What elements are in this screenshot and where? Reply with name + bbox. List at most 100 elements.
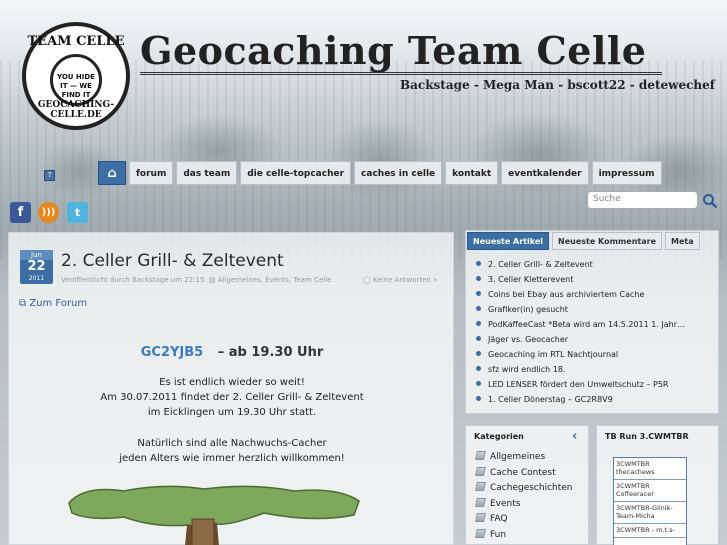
help-icon[interactable]: ? xyxy=(44,170,55,181)
list-item[interactable]: Grafiker(in) gesucht xyxy=(476,302,716,317)
post-line: Am 30.07.2011 findet der 2. Celler Grill… xyxy=(100,392,364,403)
external-link-icon: ⧉ xyxy=(19,298,30,309)
category-link[interactable]: Cachegeschichten xyxy=(490,483,573,493)
tb-list[interactable]: 3CWMTBR thecachews 3CWMTBR Coffeeracer 3… xyxy=(613,457,687,545)
tb-item[interactable]: 3CWMTBR Coffeeracer xyxy=(614,480,686,502)
post-title[interactable]: 2. Celler Grill- & Zeltevent xyxy=(61,251,284,271)
nav-das-team[interactable]: das team xyxy=(176,161,238,185)
list-item[interactable]: Allgemeines xyxy=(475,450,573,466)
article-panel: Jun 22 2011 2. Celler Grill- & Zeltevent… xyxy=(8,232,454,545)
post-line: im Eicklingen um 19.30 Uhr statt. xyxy=(147,407,317,418)
logo-emblem: YOU HIDE IT — WE FIND IT xyxy=(50,54,102,106)
list-item[interactable]: Coins bei Ebay aus archiviertem Cache xyxy=(476,287,716,302)
list-item[interactable]: PodKaffeeCast *Beta wird am 14.5.2011 1.… xyxy=(476,317,716,332)
nav-forum[interactable]: forum xyxy=(129,161,174,185)
article-link[interactable]: 2. Celler Grill- & Zeltevent xyxy=(488,260,593,269)
logo-bottom-text: GEOCACHING-CELLE.DE xyxy=(37,100,115,120)
list-item[interactable]: Cachegeschichten xyxy=(475,481,573,497)
gc-time: – ab 19.30 Uhr xyxy=(217,345,324,360)
date-year: 2011 xyxy=(28,275,45,282)
category-link[interactable]: FAQ xyxy=(490,514,507,524)
widget-tabs: Neueste Artikel Neueste Kommentare Meta xyxy=(467,232,700,250)
tab-meta[interactable]: Meta xyxy=(665,232,700,250)
bullet-icon xyxy=(476,336,481,341)
home-icon[interactable]: ⌂ xyxy=(98,161,126,185)
category-link[interactable]: Allgemeines xyxy=(490,452,545,462)
article-link[interactable]: PodKaffeeCast *Beta wird am 14.5.2011 1.… xyxy=(488,320,685,329)
nav-impressum[interactable]: impressum xyxy=(591,161,662,185)
post-comments-text[interactable]: Keine Antworten » xyxy=(373,276,437,284)
site-logo[interactable]: TEAM CELLE YOU HIDE IT — WE FIND IT GEOC… xyxy=(22,22,130,130)
article-link[interactable]: Geocaching im RTL Nachtjournal xyxy=(488,350,618,359)
article-link[interactable]: sfz wird endlich 18. xyxy=(488,365,566,374)
rss-icon[interactable]: ))) xyxy=(38,202,59,223)
list-item[interactable]: 2. Celler Grill- & Zeltevent xyxy=(476,257,716,272)
list-item[interactable]: Jäger vs. Geocacher xyxy=(476,332,716,347)
twitter-icon[interactable]: t xyxy=(67,202,88,223)
category-link[interactable]: Events xyxy=(490,499,520,509)
categories-list: Allgemeines Cache Contest Cachegeschicht… xyxy=(475,450,573,544)
title-divider xyxy=(140,72,662,75)
list-item[interactable]: 1. Celler Dönerstag – GC2R8V9 xyxy=(476,392,716,407)
article-link[interactable]: 1. Celler Dönerstag – GC2R8V9 xyxy=(488,395,613,404)
tab-neueste-kommentare[interactable]: Neueste Kommentare xyxy=(552,232,662,250)
category-link[interactable]: Fun xyxy=(490,530,506,540)
nav-topcacher[interactable]: die celle-topcacher xyxy=(240,161,352,185)
search-input[interactable]: Suche xyxy=(587,191,698,209)
tb-run-title: TB Run 3.CWMTBR xyxy=(605,432,689,441)
bullet-icon xyxy=(476,291,481,296)
post-line: jeden Alters wie immer herzlich willkomm… xyxy=(119,453,345,464)
article-link[interactable]: Coins bei Ebay aus archiviertem Cache xyxy=(488,290,644,299)
logo-inner-text: YOU HIDE IT — WE FIND IT xyxy=(57,73,95,99)
post-meta: Veröffentlicht durch Backstage um 22:15 xyxy=(61,276,205,284)
bullet-icon xyxy=(476,366,481,371)
list-item[interactable]: Fun xyxy=(475,528,573,544)
post-line: Es ist endlich wieder so weit! xyxy=(159,377,305,388)
site-title[interactable]: Geocaching Team Celle xyxy=(140,28,665,73)
folder-icon xyxy=(475,497,486,507)
list-item[interactable]: LED LENSER fördert den Umweltschutz – P5… xyxy=(476,377,716,392)
list-item[interactable]: 3. Celler Kletterevent xyxy=(476,272,716,287)
search-icon[interactable] xyxy=(702,193,718,209)
list-item[interactable]: Cache Contest xyxy=(475,466,573,482)
category-link[interactable]: Cache Contest xyxy=(490,468,556,478)
article-link[interactable]: 3. Celler Kletterevent xyxy=(488,275,573,284)
nav-caches-in-celle[interactable]: caches in celle xyxy=(354,161,443,185)
logo-top-text: TEAM CELLE xyxy=(27,34,125,49)
post-categories-text[interactable]: Allgemeines, Events, Team Celle xyxy=(218,276,332,284)
list-item[interactable]: Geocaching im RTL Nachtjournal xyxy=(476,347,716,362)
tb-item[interactable]: 3CWMTBR-Gilnik-Team-Micha xyxy=(614,502,686,524)
list-item[interactable]: sfz wird endlich 18. xyxy=(476,362,716,377)
categories-widget: Kategorien ‹ Allgemeines Cache Contest C… xyxy=(465,425,589,545)
list-item[interactable]: Events xyxy=(475,497,573,513)
bullet-icon xyxy=(476,321,481,326)
site-tagline: Backstage - Mega Man - bscott22 - detewe… xyxy=(400,78,715,92)
post-paragraph-2: Natürlich sind alle Nachwuchs-Cacher jed… xyxy=(9,436,455,466)
tb-item[interactable]: 3CWMTBR thecachews xyxy=(614,458,686,480)
folder-icon xyxy=(475,528,486,538)
bullet-icon xyxy=(476,276,481,281)
tab-neueste-artikel[interactable]: Neueste Artikel xyxy=(467,232,550,250)
nav-eventkalender[interactable]: eventkalender xyxy=(501,161,589,185)
gc-code[interactable]: GC2YJB5 xyxy=(141,345,203,360)
tb-item[interactable]: 3CWMTBR - m.t.s- xyxy=(614,524,686,538)
facebook-icon[interactable]: f xyxy=(10,202,31,223)
post-categories[interactable]: ▤ Allgemeines, Events, Team Celle xyxy=(209,276,331,284)
folder-icon xyxy=(475,466,486,476)
tree-illustration xyxy=(68,485,360,545)
list-item[interactable]: FAQ xyxy=(475,512,573,528)
forum-link-text[interactable]: Zum Forum xyxy=(29,298,87,309)
folder-icon xyxy=(475,513,486,522)
bullet-icon xyxy=(476,396,481,401)
article-link[interactable]: Jäger vs. Geocacher xyxy=(488,335,568,344)
folder-icon xyxy=(475,482,486,491)
nav-kontakt[interactable]: kontakt xyxy=(445,161,499,185)
chevron-left-icon[interactable]: ‹ xyxy=(572,429,577,444)
forum-link[interactable]: ⧉ Zum Forum xyxy=(19,298,87,309)
comment-icon: ◯ xyxy=(363,276,374,284)
post-comments[interactable]: ◯ Keine Antworten » xyxy=(363,276,437,284)
categories-title: Kategorien xyxy=(474,432,524,441)
article-link[interactable]: LED LENSER fördert den Umweltschutz – P5… xyxy=(488,380,668,389)
article-link[interactable]: Grafiker(in) gesucht xyxy=(488,305,568,314)
bullet-icon xyxy=(476,261,481,266)
